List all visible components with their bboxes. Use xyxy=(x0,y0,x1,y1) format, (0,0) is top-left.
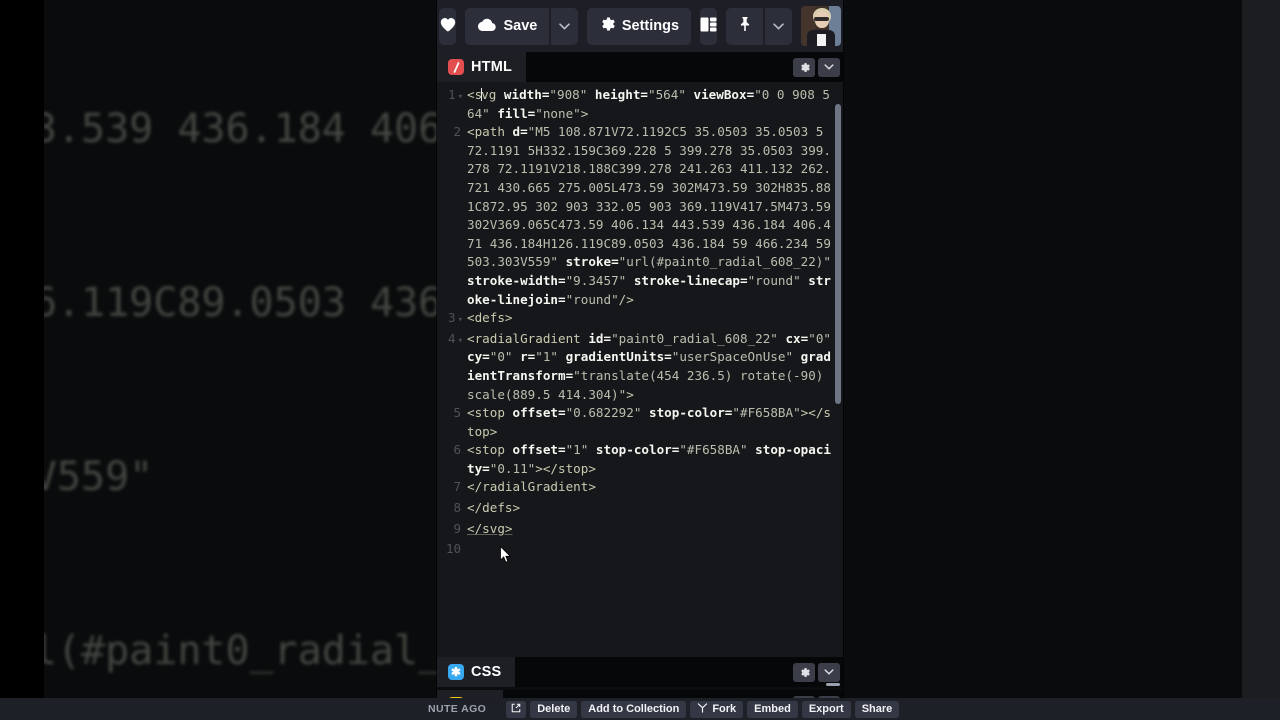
css-settings-icon[interactable] xyxy=(793,662,815,682)
code-line: 3 ▾ <defs> xyxy=(437,309,835,330)
last-saved-timestamp: NUTE AGO xyxy=(428,703,487,715)
code-content: </radialGradient> xyxy=(467,479,596,495)
add-to-collection-label: Add to Collection xyxy=(588,703,680,715)
layout-panels-icon xyxy=(700,17,717,36)
heart-icon xyxy=(440,17,456,36)
html-collapse-chevron-down-icon[interactable] xyxy=(818,57,840,77)
codepen-editor-window: Save Settings HTML 1 ▾ <svg width="908" … xyxy=(437,0,843,720)
embed-button[interactable]: Embed xyxy=(747,700,798,718)
delete-label: Delete xyxy=(537,703,571,715)
share-label: Share xyxy=(861,703,893,715)
code-content: <stop offset="0.682292" stop-color="#F65… xyxy=(467,405,831,439)
editor-panes: HTML 1 ▾ <svg width="908" height="564" vi… xyxy=(437,52,843,720)
line-number: 10 xyxy=(445,541,461,557)
code-line: 2 <path d="M5 108.871V72.1192C5 35.0503 … xyxy=(437,123,835,309)
html-code-scroll: 1 ▾ <svg width="908" height="564" viewBox… xyxy=(437,82,835,657)
css-pane-header: ✱ CSS xyxy=(437,657,843,687)
bottom-action-bar: NUTE AGO Delete Add to Collection Fork E… xyxy=(0,698,1280,720)
open-in-new-window-button[interactable] xyxy=(506,700,527,718)
line-number: 7 xyxy=(453,479,461,495)
html-pane-actions xyxy=(793,57,843,77)
code-content: <path d="M5 108.871V72.1192C5 35.0503 35… xyxy=(467,124,831,307)
html-code-editor[interactable]: 1 ▾ <svg width="908" height="564" viewBox… xyxy=(437,82,843,657)
html-pane-header: HTML xyxy=(437,52,843,82)
save-button-group: Save xyxy=(465,7,578,45)
pin-button-group xyxy=(726,7,792,45)
add-to-collection-button[interactable]: Add to Collection xyxy=(581,700,687,718)
code-content: <stop offset="1" stop-color="#F658BA" st… xyxy=(467,442,831,476)
background-right-edge xyxy=(1242,0,1280,720)
code-line: 10 xyxy=(437,540,835,561)
fork-button[interactable]: Fork xyxy=(690,700,744,718)
code-line: 9 </svg> xyxy=(437,520,835,541)
fork-icon xyxy=(697,702,708,716)
code-line: 7 </radialGradient> xyxy=(437,478,835,499)
code-content: <radialGradient id="paint0_radial_608_22… xyxy=(467,330,831,402)
gear-icon xyxy=(599,16,615,36)
code-content: <svg width="908" height="564" viewBox="0… xyxy=(467,87,831,121)
settings-label: Settings xyxy=(621,18,680,34)
save-label: Save xyxy=(503,18,538,34)
fork-label: Fork xyxy=(712,703,737,715)
code-line: 1 ▾ <svg width="908" height="564" viewBox… xyxy=(437,86,835,123)
chevron-down-icon xyxy=(559,18,570,34)
layout-toggle-button[interactable] xyxy=(700,7,718,45)
tab-html[interactable]: HTML xyxy=(437,52,527,82)
top-toolbar: Save Settings xyxy=(437,0,843,52)
tab-css[interactable]: ✱ CSS xyxy=(437,657,516,687)
line-number: 1 ▾ xyxy=(448,87,463,102)
pane-resize-grip[interactable] xyxy=(826,683,840,686)
code-content: </svg> xyxy=(467,520,513,536)
export-button[interactable]: Export xyxy=(801,700,851,718)
css-pane-actions xyxy=(793,662,843,682)
line-number: 2 xyxy=(453,124,461,140)
line-number: 3 ▾ xyxy=(448,310,463,326)
editor-vertical-scrollbar[interactable] xyxy=(835,104,841,404)
share-button[interactable]: Share xyxy=(854,700,900,718)
code-content: </defs> xyxy=(467,500,521,516)
delete-button[interactable]: Delete xyxy=(530,700,578,718)
cloud-icon xyxy=(477,18,497,35)
background-left-gutter xyxy=(0,0,44,720)
embed-label: Embed xyxy=(754,703,791,715)
save-dropdown-button[interactable] xyxy=(550,7,578,45)
html-settings-icon[interactable] xyxy=(793,57,815,77)
pin-dropdown-button[interactable] xyxy=(764,7,792,45)
avatar[interactable] xyxy=(800,6,841,46)
code-line: 8 </defs> xyxy=(437,499,835,520)
settings-button[interactable]: Settings xyxy=(586,7,692,45)
code-content: <defs> xyxy=(467,310,513,326)
line-number: 9 xyxy=(453,520,461,536)
line-number: 4 ▾ xyxy=(448,330,463,346)
external-link-icon xyxy=(511,703,521,716)
css-collapse-chevron-down-icon[interactable] xyxy=(818,662,840,682)
css-tab-label: CSS xyxy=(471,664,502,680)
line-number: 5 xyxy=(453,405,461,421)
export-label: Export xyxy=(808,703,844,715)
html-tab-label: HTML xyxy=(471,59,513,75)
save-button[interactable]: Save xyxy=(465,7,550,45)
html-language-icon xyxy=(448,59,464,75)
css-language-icon: ✱ xyxy=(448,664,464,680)
code-line: 5 <stop offset="0.682292" stop-color="#F… xyxy=(437,404,835,441)
favorite-button[interactable] xyxy=(439,7,457,45)
pin-button[interactable] xyxy=(726,7,764,45)
code-line: 6 <stop offset="1" stop-color="#F658BA" … xyxy=(437,441,835,478)
line-number: 6 xyxy=(453,442,461,458)
pin-icon xyxy=(738,16,752,36)
code-line: 4 ▾ <radialGradient id="paint0_radial_608… xyxy=(437,330,835,404)
line-number: 8 xyxy=(453,500,461,516)
chevron-down-icon xyxy=(773,18,784,34)
